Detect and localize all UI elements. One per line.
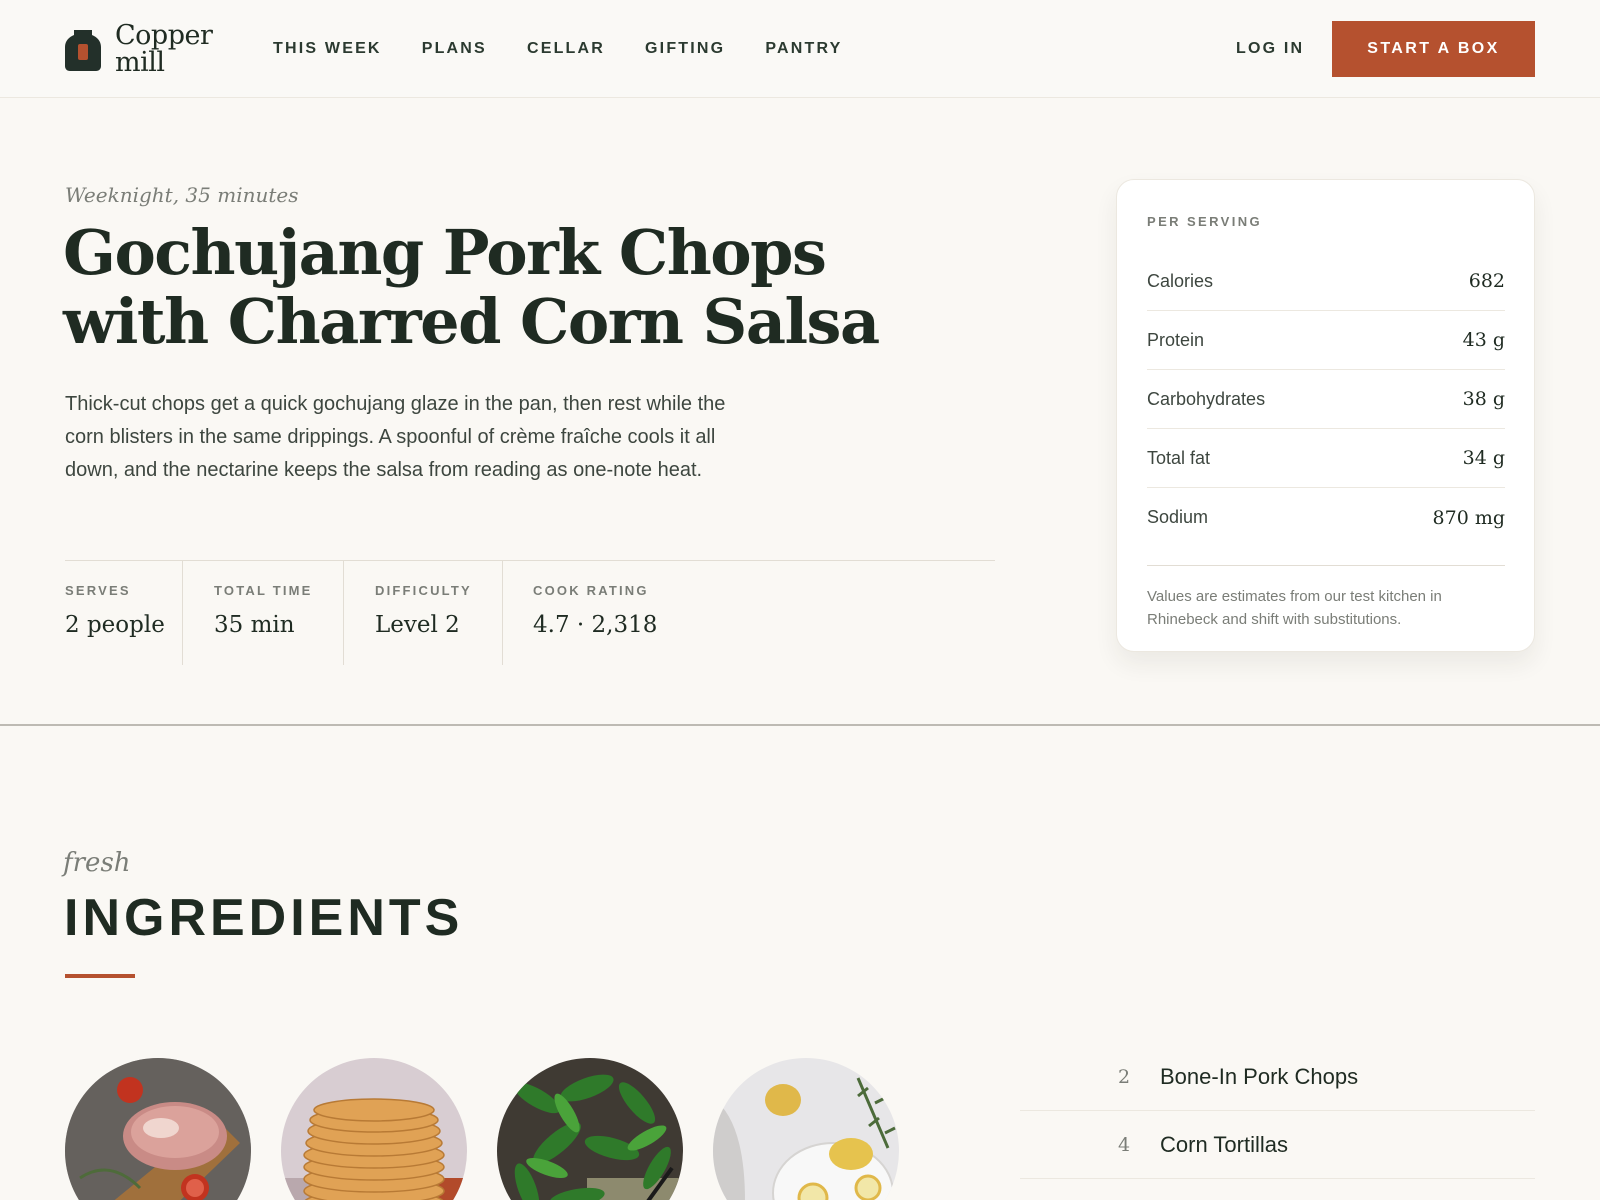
site-header: Copper mill THIS WEEK PLANS CELLAR GIFTI… xyxy=(0,0,1600,98)
nutrition-name: Protein xyxy=(1147,329,1205,350)
list-item[interactable]: 2 Bone-In Pork Chops xyxy=(1020,1043,1535,1111)
recipe-description: Thick-cut chops get a quick gochujang gl… xyxy=(65,393,726,481)
stat-serves: SERVES 2 people xyxy=(65,561,183,665)
ingredient-qty: 4 xyxy=(1118,1133,1131,1156)
stat-label: COOK RATING xyxy=(533,583,649,598)
recipe-stats: SERVES 2 people TOTAL TIME 35 min DIFFIC… xyxy=(65,560,995,665)
nutrition-card: PER SERVING Calories 682 Protein 43 g Ca… xyxy=(1116,179,1535,652)
lemons-photo[interactable] xyxy=(713,1058,899,1200)
stat-label: TOTAL TIME xyxy=(214,583,313,598)
stat-value: 4.7 · 2,318 xyxy=(533,612,658,638)
green-peppers-photo[interactable] xyxy=(497,1058,683,1200)
nutrition-row-protein: Protein 43 g xyxy=(1147,311,1505,370)
nutrition-rows: Calories 682 Protein 43 g Carbohydrates … xyxy=(1147,252,1505,547)
start-box-button[interactable]: START A BOX xyxy=(1332,21,1535,77)
nutrition-label: PER SERVING xyxy=(1147,214,1263,229)
nav-plans[interactable]: PLANS xyxy=(422,40,487,58)
ingredient-thumbnails xyxy=(65,1058,899,1200)
main-nav: THIS WEEK PLANS CELLAR GIFTING PANTRY xyxy=(273,40,883,58)
list-item[interactable]: 4 Corn Tortillas xyxy=(1020,1111,1535,1179)
recipe-title: Gochujang Pork Chops with Charred Corn S… xyxy=(63,218,963,356)
nutrition-row-calories: Calories 682 xyxy=(1147,252,1505,311)
nutrition-name: Carbohydrates xyxy=(1147,388,1266,409)
ingredients-heading: INGREDIENTS xyxy=(64,889,464,947)
ingredient-name: Bone-In Pork Chops xyxy=(1160,1063,1359,1089)
nutrition-name: Total fat xyxy=(1147,447,1211,468)
stat-label: SERVES xyxy=(65,583,131,598)
corn-tortillas-photo[interactable] xyxy=(281,1058,467,1200)
nutrition-row-sodium: Sodium 870 mg xyxy=(1147,488,1505,547)
recipe-title-line2: with Charred Corn Salsa xyxy=(63,285,880,358)
nutrition-name: Calories xyxy=(1147,270,1214,291)
nutrition-value: 682 xyxy=(1468,270,1505,292)
ingredient-list: 2 Bone-In Pork Chops 4 Corn Tortillas xyxy=(1020,1043,1535,1179)
brand-logo[interactable]: Copper mill xyxy=(65,20,213,78)
stat-value: 2 people xyxy=(65,612,165,638)
nav-this-week[interactable]: THIS WEEK xyxy=(273,40,382,58)
nutrition-note: Values are estimates from our test kitch… xyxy=(1147,588,1442,628)
section-divider xyxy=(0,724,1600,726)
login-link[interactable]: LOG IN xyxy=(1236,40,1304,58)
ingredient-name: Corn Tortillas xyxy=(1160,1131,1288,1157)
nutrition-value: 38 g xyxy=(1462,388,1505,410)
ingredient-qty: 2 xyxy=(1118,1065,1131,1088)
heading-accent-bar xyxy=(65,974,135,978)
nutrition-divider xyxy=(1147,565,1505,566)
pork-chops-photo[interactable] xyxy=(65,1058,251,1200)
brand-name: Copper mill xyxy=(115,20,213,78)
ingredients-kicker: fresh xyxy=(63,848,131,878)
nutrition-value: 34 g xyxy=(1462,447,1505,469)
nutrition-name: Sodium xyxy=(1147,507,1209,527)
stat-total-time: TOTAL TIME 35 min xyxy=(183,561,344,665)
brand-name-line1: Copper xyxy=(115,20,213,51)
recipe-kicker: Weeknight, 35 minutes xyxy=(65,183,299,207)
stat-value: Level 2 xyxy=(375,612,460,638)
nutrition-value: 870 mg xyxy=(1432,506,1505,529)
nutrition-value: 43 g xyxy=(1462,329,1505,351)
nutrition-row-total-fat: Total fat 34 g xyxy=(1147,429,1505,488)
stat-difficulty: DIFFICULTY Level 2 xyxy=(344,561,503,665)
stat-cook-rating[interactable]: COOK RATING 4.7 · 2,318 xyxy=(503,561,803,665)
recipe-title-line1: Gochujang Pork Chops xyxy=(63,216,827,289)
stat-value: 35 min xyxy=(214,612,295,638)
stat-label: DIFFICULTY xyxy=(375,583,472,598)
bag-logo-icon xyxy=(65,26,101,72)
nav-gifting[interactable]: GIFTING xyxy=(645,40,725,58)
nav-cellar[interactable]: CELLAR xyxy=(527,40,605,58)
brand-name-line2: mill xyxy=(115,47,165,78)
nav-pantry[interactable]: PANTRY xyxy=(765,40,842,58)
nutrition-row-carbohydrates: Carbohydrates 38 g xyxy=(1147,370,1505,429)
